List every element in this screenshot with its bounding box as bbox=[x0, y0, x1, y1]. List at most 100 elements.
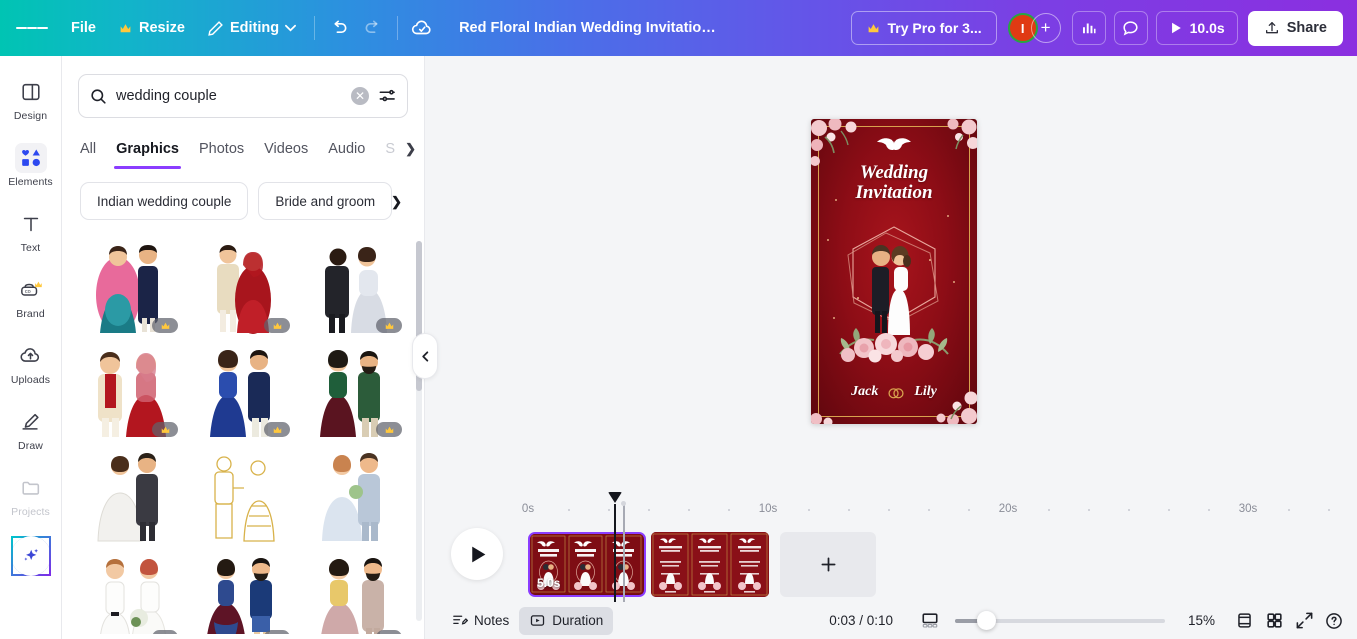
sidebar-item-draw[interactable]: Draw bbox=[4, 400, 58, 457]
tab-videos[interactable]: Videos bbox=[254, 133, 318, 165]
sidebar-item-uploads[interactable]: Uploads bbox=[4, 334, 58, 391]
pink-floral-couple-thumbnail bbox=[321, 558, 384, 634]
result-item[interactable] bbox=[190, 340, 296, 440]
fit-screen-button[interactable] bbox=[915, 607, 945, 635]
try-pro-button[interactable]: Try Pro for 3... bbox=[850, 11, 997, 45]
pro-crown-icon bbox=[264, 630, 290, 634]
tab-audio[interactable]: Audio bbox=[318, 133, 375, 165]
svg-text:co: co bbox=[24, 289, 30, 295]
table-row[interactable] bbox=[651, 532, 769, 597]
tab-more[interactable]: S bbox=[375, 133, 405, 165]
canva-editor: File Resize Editing Red Floral Indian We… bbox=[0, 0, 1357, 639]
ruler-tick bbox=[608, 509, 610, 511]
result-item[interactable] bbox=[302, 340, 408, 440]
card-title-line2: Invitation bbox=[855, 182, 933, 203]
ruler-tick bbox=[808, 509, 810, 511]
tab-graphics[interactable]: Graphics bbox=[106, 133, 189, 169]
design-canvas[interactable]: Wedding Invitation Jack Lily bbox=[811, 119, 977, 424]
sidebar-item-label: Draw bbox=[18, 440, 43, 452]
zoom-slider[interactable] bbox=[955, 611, 1165, 630]
hamburger-icon[interactable] bbox=[16, 12, 49, 44]
pro-crown-icon bbox=[152, 318, 178, 333]
magic-sparkle-icon bbox=[12, 536, 49, 576]
try-pro-label: Try Pro for 3... bbox=[887, 20, 982, 36]
result-item[interactable] bbox=[190, 236, 296, 336]
table-row[interactable]: 5.0s bbox=[528, 532, 646, 597]
expand-arrows-icon bbox=[1296, 612, 1312, 629]
chevron-left-icon bbox=[421, 350, 428, 362]
maroon-dance-couple-thumbnail bbox=[207, 558, 272, 634]
insights-button[interactable] bbox=[1071, 11, 1106, 45]
comments-button[interactable] bbox=[1113, 11, 1148, 45]
result-item[interactable] bbox=[302, 444, 408, 544]
document-title[interactable]: Red Floral Indian Wedding Invitation M..… bbox=[449, 11, 734, 45]
groom-name: Lily bbox=[914, 384, 937, 399]
editing-mode-button[interactable]: Editing bbox=[196, 11, 307, 45]
sidebar-item-elements[interactable]: Elements bbox=[4, 136, 58, 193]
sidebar-item-text[interactable]: Text bbox=[4, 202, 58, 259]
share-button[interactable]: Share bbox=[1247, 10, 1343, 46]
result-item[interactable] bbox=[78, 548, 184, 634]
result-item[interactable] bbox=[78, 340, 184, 440]
cloud-save-button[interactable] bbox=[405, 11, 439, 45]
tab-all[interactable]: All bbox=[80, 133, 106, 165]
pro-crown-icon bbox=[376, 318, 402, 333]
result-item[interactable] bbox=[78, 444, 184, 544]
wedding-rings-icon bbox=[888, 387, 904, 398]
filter-sliders-icon[interactable] bbox=[377, 86, 397, 106]
search-input[interactable] bbox=[116, 88, 343, 104]
sidebar-item-label: Elements bbox=[8, 176, 53, 188]
ruler-tick bbox=[1208, 509, 1210, 511]
chip-bride-and-groom[interactable]: Bride and groom bbox=[258, 182, 393, 220]
redo-button[interactable] bbox=[356, 11, 390, 45]
sidebar-item-design[interactable]: Design bbox=[4, 70, 58, 127]
help-button[interactable] bbox=[1319, 607, 1349, 635]
add-page-button[interactable] bbox=[780, 532, 876, 597]
grid-view-button[interactable] bbox=[1259, 607, 1289, 635]
pastel-blue-dance-couple-thumbnail bbox=[322, 453, 380, 541]
tab-photos[interactable]: Photos bbox=[189, 133, 254, 165]
invitation-card[interactable]: Wedding Invitation Jack Lily bbox=[811, 119, 977, 424]
result-item[interactable] bbox=[190, 444, 296, 544]
timeline-play-button[interactable] bbox=[451, 528, 503, 580]
search-bar[interactable]: ✕ bbox=[78, 74, 408, 118]
chips-next-chevron-right-icon[interactable]: ❯ bbox=[391, 194, 402, 210]
page-view-button[interactable] bbox=[1229, 607, 1259, 635]
fit-screen-icon bbox=[922, 613, 938, 628]
collapse-panel-button[interactable] bbox=[412, 333, 438, 379]
sidebar-item-brand[interactable]: co Brand bbox=[4, 268, 58, 325]
editing-label: Editing bbox=[229, 20, 280, 36]
notes-button[interactable]: Notes bbox=[441, 607, 519, 635]
ruler-tick bbox=[1048, 509, 1050, 511]
chip-indian-wedding-couple[interactable]: Indian wedding couple bbox=[80, 182, 249, 220]
file-menu-button[interactable]: File bbox=[60, 11, 107, 45]
sidebar-item-projects[interactable]: Projects bbox=[4, 466, 58, 523]
clear-search-icon[interactable]: ✕ bbox=[351, 87, 369, 105]
playhead-marker-icon[interactable] bbox=[608, 492, 622, 638]
ruler-tick bbox=[648, 509, 650, 511]
duration-button[interactable]: Duration bbox=[519, 606, 614, 635]
cloud-check-icon bbox=[412, 20, 431, 35]
zoom-slider-handle[interactable] bbox=[977, 611, 996, 630]
result-item[interactable] bbox=[190, 548, 296, 634]
result-item[interactable] bbox=[302, 548, 408, 634]
result-item[interactable] bbox=[302, 236, 408, 336]
add-collaborator-button[interactable]: + bbox=[1030, 13, 1061, 43]
ruler-tick bbox=[1168, 509, 1170, 511]
resize-button[interactable]: Resize bbox=[107, 11, 196, 45]
preview-play-button[interactable]: 10.0s bbox=[1155, 11, 1238, 45]
clip-frame bbox=[690, 532, 729, 597]
sidebar-item-label: Uploads bbox=[10, 374, 51, 386]
bottom-floral-arrangement bbox=[839, 328, 949, 363]
undo-button[interactable] bbox=[322, 11, 356, 45]
magic-studio-button[interactable] bbox=[10, 536, 51, 576]
duration-icon bbox=[531, 615, 545, 626]
bottom-status-bar: Notes Duration 0:03 / 0:10 15% bbox=[425, 602, 1357, 639]
result-item[interactable] bbox=[78, 236, 184, 336]
tuxedo-bouquet-couple-thumbnail bbox=[100, 559, 166, 634]
panel-scrollbar[interactable] bbox=[416, 241, 422, 621]
bride-name: Jack bbox=[851, 384, 879, 399]
fullscreen-button[interactable] bbox=[1289, 607, 1319, 635]
timeline-ruler[interactable]: 0s 10s 20s 30s bbox=[425, 487, 1357, 519]
tabs-next-chevron-right-icon[interactable]: ❯ bbox=[405, 141, 416, 157]
